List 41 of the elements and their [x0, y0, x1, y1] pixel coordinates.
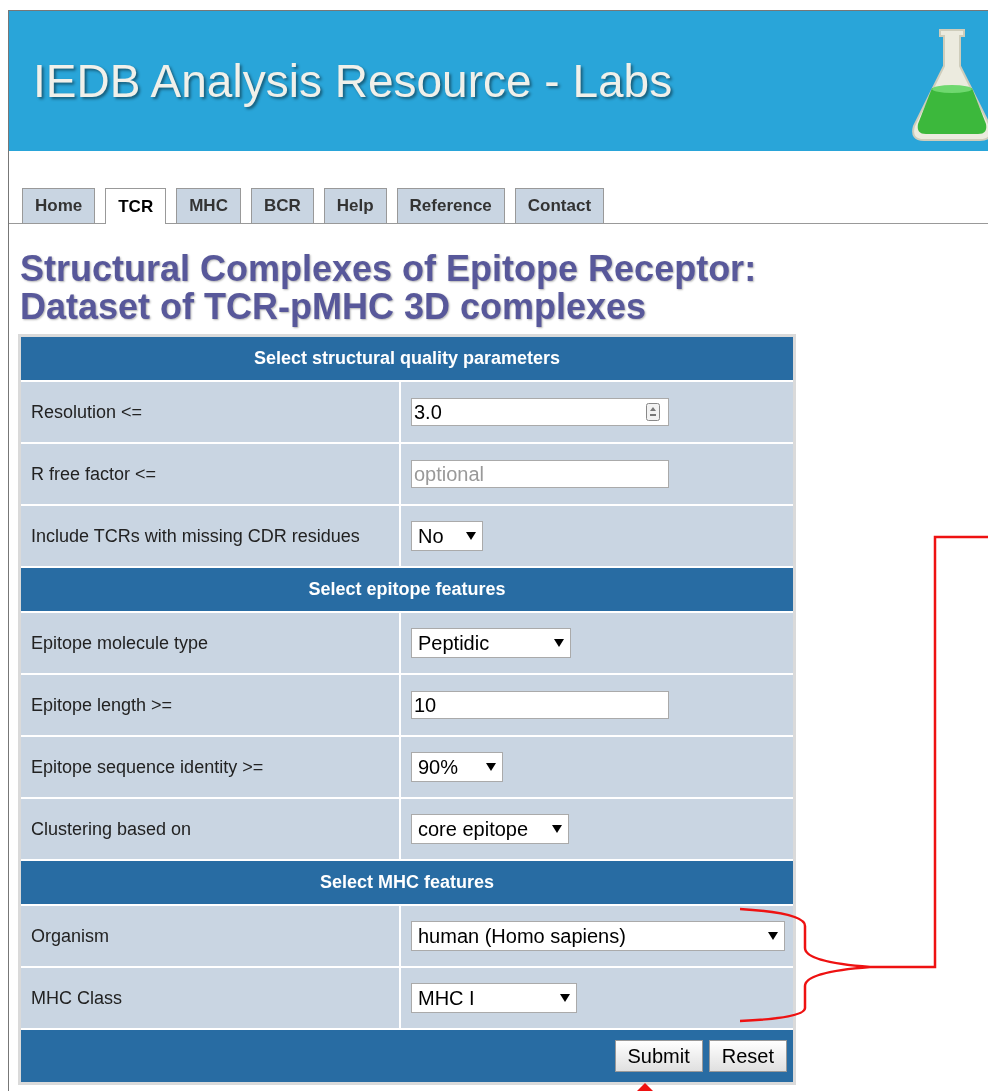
field-label: Epitope sequence identity >= [21, 737, 399, 797]
nav-tab[interactable]: MHC [176, 188, 241, 223]
form-button[interactable]: Submit [614, 1040, 703, 1072]
dropdown[interactable]: MHC I [411, 983, 577, 1013]
flask-icon [910, 26, 988, 144]
caret-icon [486, 763, 496, 771]
field-label: Epitope molecule type [21, 613, 399, 673]
nav-tab[interactable]: Reference [396, 188, 505, 223]
field-label: R free factor <= [21, 444, 399, 504]
dropdown[interactable]: core epitope [411, 814, 569, 844]
caret-icon [560, 994, 570, 1002]
nav-tab[interactable]: BCR [250, 188, 314, 223]
caret-icon [554, 639, 564, 647]
section-header: Select epitope features [21, 568, 793, 611]
nav-tab[interactable]: Help [323, 188, 387, 223]
caret-icon [768, 932, 778, 940]
site-title: IEDB Analysis Resource - Labs [33, 53, 673, 109]
field-label: Organism [21, 906, 399, 966]
field-label: Resolution <= [21, 382, 399, 442]
page-title: Dataset of TCR-pMHC 3D complexes [20, 288, 647, 326]
field-label: Epitope length >= [21, 675, 399, 735]
dropdown[interactable]: human (Homo sapiens) [411, 921, 785, 951]
nav-tab[interactable]: Contact [514, 188, 605, 223]
field-label: Include TCRs with missing CDR residues [21, 506, 399, 566]
form-button[interactable]: Reset [708, 1040, 787, 1072]
section-header: Select structural quality parameters [21, 337, 793, 380]
nav-tab[interactable]: TCR [105, 188, 167, 224]
input-field[interactable]: optional [411, 460, 669, 488]
nav-tab[interactable]: Home [22, 188, 96, 223]
dropdown[interactable]: Peptidic [411, 628, 571, 658]
field-label: Clustering based on [21, 799, 399, 859]
spinner-icon [646, 403, 660, 421]
field-label: MHC Class [21, 968, 399, 1028]
input-field[interactable]: 10 [411, 691, 669, 719]
caret-icon [466, 532, 476, 540]
input-field[interactable]: 3.0 [411, 398, 669, 426]
section-header: Select MHC features [21, 861, 793, 904]
dropdown[interactable]: No [411, 521, 483, 551]
page-title: Structural Complexes of Epitope Receptor: [20, 250, 758, 288]
dropdown[interactable]: 90% [411, 752, 503, 782]
caret-icon [552, 825, 562, 833]
